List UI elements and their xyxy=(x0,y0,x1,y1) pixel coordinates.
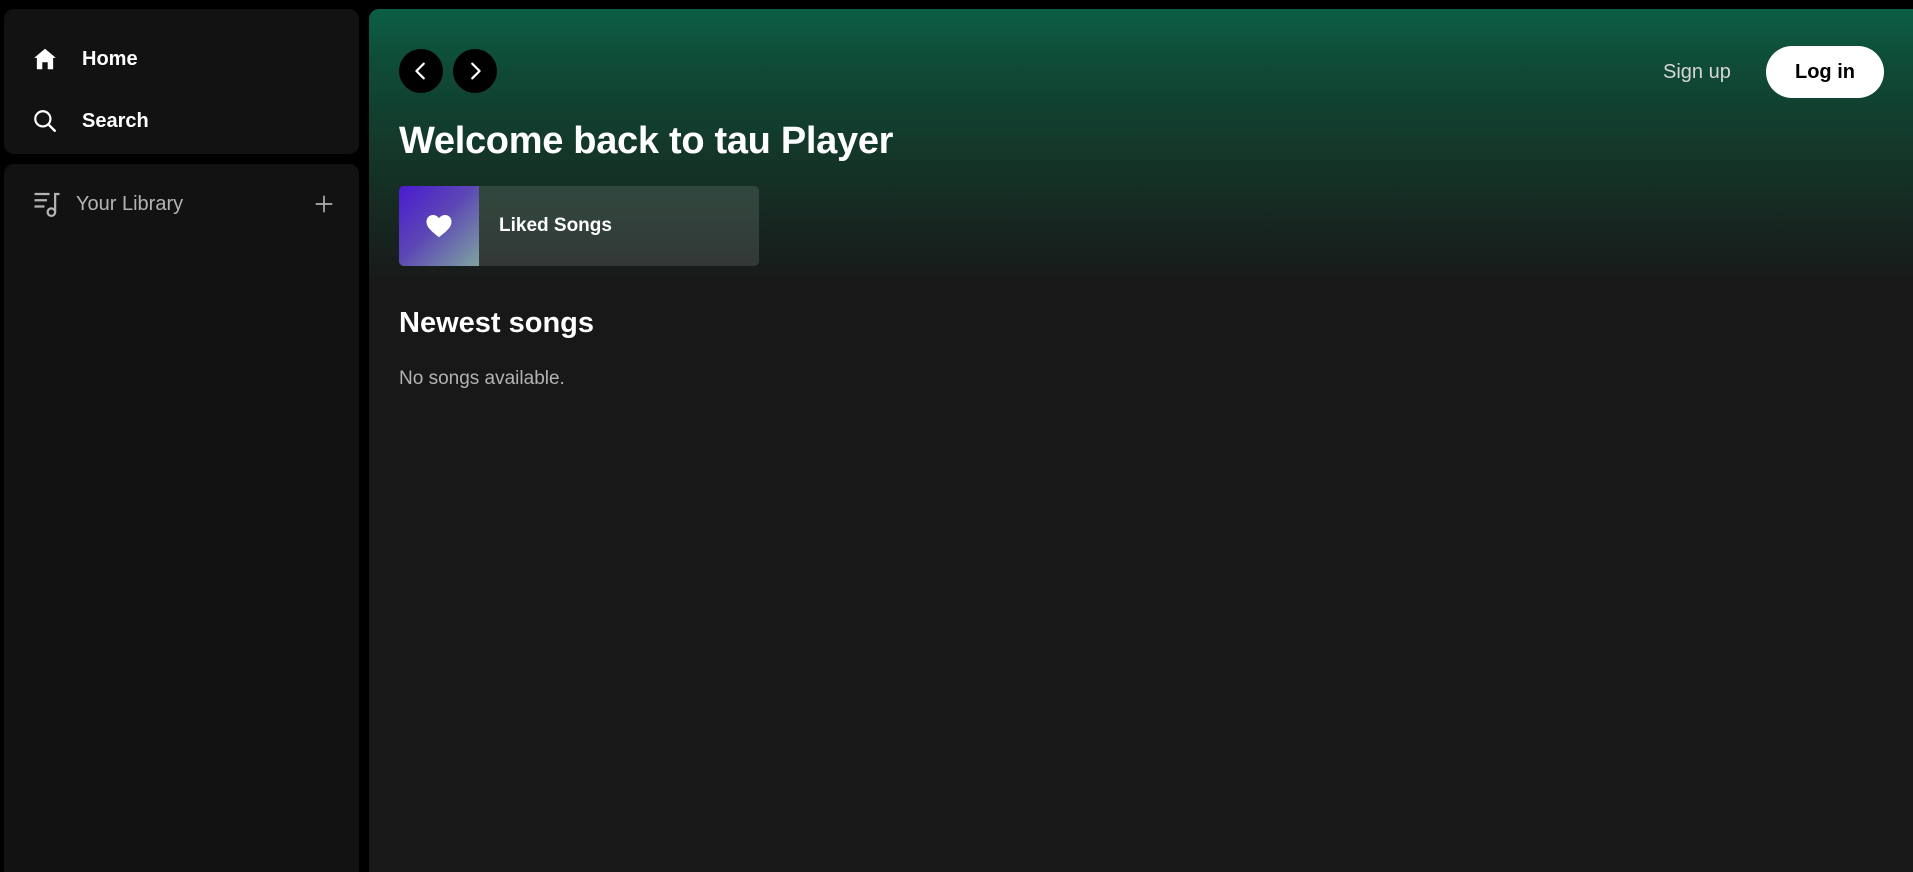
back-button[interactable] xyxy=(399,49,443,93)
library-icon xyxy=(30,187,64,221)
home-icon xyxy=(28,42,62,76)
chevron-right-icon xyxy=(471,62,481,80)
sidebar-library: Your Library xyxy=(4,164,359,872)
forward-button[interactable] xyxy=(453,49,497,93)
library-header[interactable]: Your Library xyxy=(30,184,340,224)
library-label: Your Library xyxy=(76,192,184,215)
liked-songs-card[interactable]: Liked Songs xyxy=(399,186,759,266)
sidebar-item-home[interactable]: Home xyxy=(28,39,138,79)
liked-songs-label: Liked Songs xyxy=(499,215,612,236)
plus-icon xyxy=(315,195,333,213)
app-window: Home Search Your Library Sign up Log in … xyxy=(0,0,1913,872)
main-content: Sign up Log in Welcome back to tau Playe… xyxy=(369,9,1913,872)
page-title: Welcome back to tau Player xyxy=(399,120,894,162)
add-playlist-button[interactable] xyxy=(308,188,340,220)
liked-songs-thumbnail xyxy=(399,186,479,266)
sidebar-item-label: Search xyxy=(82,109,149,132)
sidebar-item-search[interactable]: Search xyxy=(28,101,149,141)
login-button[interactable]: Log in xyxy=(1766,46,1884,98)
sidebar-item-label: Home xyxy=(82,47,138,70)
heart-icon xyxy=(426,215,452,238)
sidebar-nav: Home Search xyxy=(4,9,359,154)
empty-state-message: No songs available. xyxy=(399,368,565,389)
signup-button[interactable]: Sign up xyxy=(1663,56,1731,88)
search-icon xyxy=(28,104,62,138)
section-title-newest: Newest songs xyxy=(399,307,594,339)
chevron-left-icon xyxy=(415,62,425,80)
